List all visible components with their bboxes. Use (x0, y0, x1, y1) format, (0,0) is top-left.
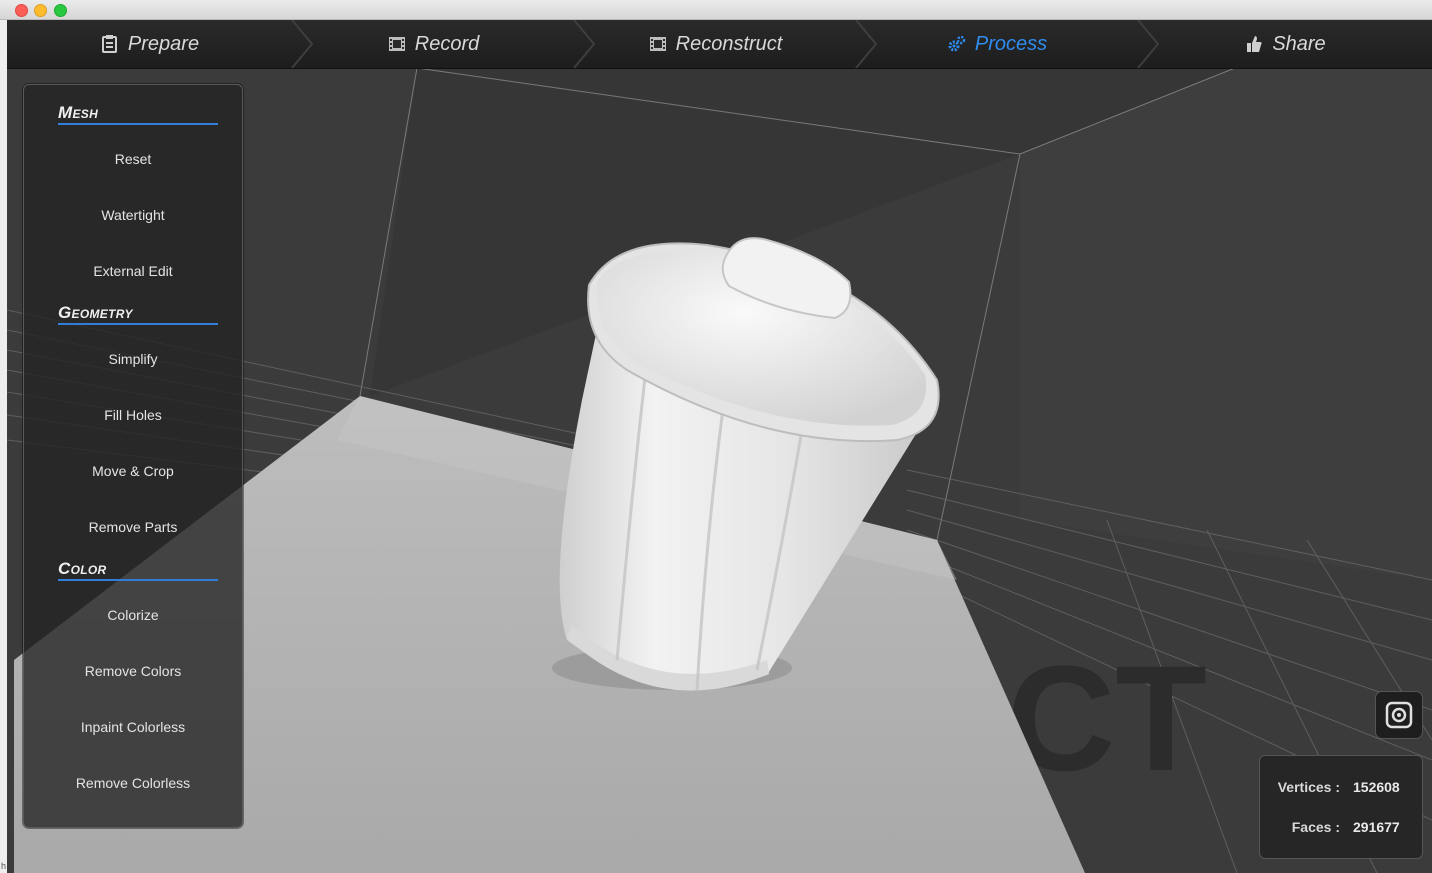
film-icon (388, 37, 405, 51)
reset-button[interactable]: Reset (24, 150, 242, 168)
external-edit-button[interactable]: External Edit (24, 262, 242, 280)
nav-step-label: Record (414, 32, 480, 55)
film-icon (649, 37, 666, 51)
vertices-count: 152608 (1353, 779, 1400, 795)
move-crop-button[interactable]: Move & Crop (24, 462, 242, 480)
minimize-window-button[interactable] (34, 4, 47, 17)
section-heading-mesh: Mesh (58, 104, 218, 125)
thumbs-up-icon (1247, 36, 1262, 52)
faces-count: 291677 (1353, 819, 1400, 835)
nav-step-process[interactable]: Process (856, 20, 1138, 68)
fill-holes-button[interactable]: Fill Holes (24, 406, 242, 424)
faces-label: Faces : (1291, 819, 1340, 835)
colorize-button[interactable]: Colorize (24, 606, 242, 624)
nav-step-share[interactable]: Share (1138, 20, 1432, 68)
inpaint-colorless-button[interactable]: Inpaint Colorless (24, 718, 242, 736)
nav-step-reconstruct[interactable]: Reconstruct (574, 20, 856, 68)
vertices-label: Vertices : (1277, 779, 1340, 795)
nav-step-label: Share (1272, 32, 1326, 55)
nav-step-label: Prepare (127, 32, 200, 55)
simplify-button[interactable]: Simplify (24, 350, 242, 368)
camera-icon (1385, 701, 1413, 729)
process-tools-panel: Mesh Reset Watertight External Edit Geom… (23, 84, 243, 828)
section-heading-color: Color (58, 560, 218, 581)
clipboard-icon (101, 35, 117, 53)
screenshot-camera-button[interactable] (1375, 691, 1423, 739)
remove-colorless-button[interactable]: Remove Colorless (24, 774, 242, 792)
section-heading-geometry: Geometry (58, 304, 218, 325)
nav-step-record[interactable]: Record (292, 20, 574, 68)
workflow-nav-bar: Prepare Record Reconstruct Process Share (7, 20, 1432, 69)
mesh-stats-box: Vertices : 152608 Faces : 291677 (1259, 755, 1423, 859)
watertight-button[interactable]: Watertight (24, 206, 242, 224)
nav-step-label: Reconstruct (675, 32, 783, 55)
nav-step-label: Process (974, 32, 1048, 55)
nav-step-prepare[interactable]: Prepare (7, 20, 292, 68)
remove-parts-button[interactable]: Remove Parts (24, 518, 242, 536)
maximize-window-button[interactable] (54, 4, 67, 17)
close-window-button[interactable] (15, 4, 28, 17)
window-titlebar (0, 0, 1432, 20)
gears-icon (948, 35, 966, 52)
remove-colors-button[interactable]: Remove Colors (24, 662, 242, 680)
